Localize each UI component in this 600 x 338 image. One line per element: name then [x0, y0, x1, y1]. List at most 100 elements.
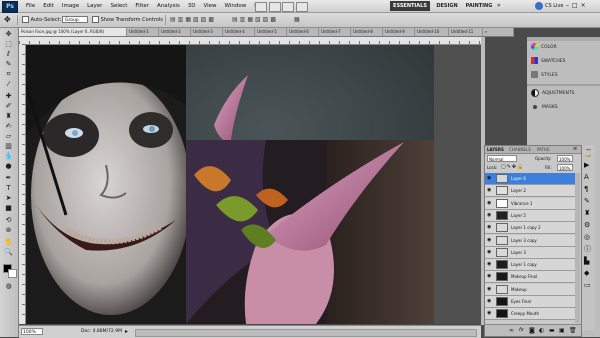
- fx-icon[interactable]: fx: [519, 326, 524, 335]
- layer-row[interactable]: ◉ Makeup: [485, 283, 575, 296]
- history-icon[interactable]: ⌛: [584, 149, 593, 157]
- layer-row[interactable]: ◉ Layer 1 copy 2: [485, 222, 575, 235]
- visibility-eye-icon[interactable]: ◉: [487, 311, 492, 316]
- layer-row[interactable]: ◉ Layer 1 copy: [485, 259, 575, 272]
- info-icon[interactable]: ⓘ: [584, 245, 592, 253]
- visibility-eye-icon[interactable]: ◉: [487, 225, 492, 230]
- layer-row[interactable]: ◉ Creepy Mouth: [485, 308, 575, 321]
- masks-panel-button[interactable]: MASKS: [527, 101, 600, 114]
- menu-analysis[interactable]: Analysis: [153, 0, 184, 12]
- cs-live-label[interactable]: CS Live: [545, 0, 563, 12]
- healing-brush-tool-icon[interactable]: ✚: [3, 92, 14, 101]
- tab-untitled-10[interactable]: Untitled-10: [415, 28, 449, 36]
- status-menu-icon[interactable]: ▸: [125, 328, 128, 336]
- layer-row[interactable]: ◉ Layer 2: [485, 185, 575, 198]
- 3d-rotate-tool-icon[interactable]: ⟲: [3, 216, 14, 225]
- blur-tool-icon[interactable]: 💧: [3, 152, 14, 161]
- menu-image[interactable]: Image: [58, 0, 83, 12]
- opacity-field[interactable]: 100%: [557, 155, 573, 162]
- shape-tool-icon[interactable]: ■: [3, 204, 14, 213]
- menu-layer[interactable]: Layer: [83, 0, 106, 12]
- menu-edit[interactable]: Edit: [39, 0, 58, 12]
- visibility-eye-icon[interactable]: ◉: [487, 176, 492, 181]
- menu-window[interactable]: Window: [221, 0, 251, 12]
- tab-untitled-5[interactable]: Untitled-5: [255, 28, 287, 36]
- tab-untitled-9[interactable]: Untitled-9: [383, 28, 415, 36]
- auto-align-icon[interactable]: ▦: [294, 16, 300, 24]
- menu-view[interactable]: View: [199, 0, 220, 12]
- visibility-eye-icon[interactable]: ◉: [487, 286, 492, 292]
- mask-icon[interactable]: ◙: [529, 326, 535, 335]
- document-canvas[interactable]: [26, 45, 481, 324]
- tab-channels[interactable]: CHANNELS: [509, 146, 531, 153]
- adjustment-icon[interactable]: ◐: [539, 326, 544, 335]
- visibility-eye-icon[interactable]: ◉: [487, 274, 492, 279]
- menu-file[interactable]: File: [22, 0, 39, 12]
- layer-row[interactable]: ◉ Layer 6: [485, 173, 575, 185]
- tab-untitled-2[interactable]: Untitled-2: [159, 28, 191, 36]
- workspace-design[interactable]: DESIGN: [432, 1, 462, 11]
- dodge-tool-icon[interactable]: ●: [3, 162, 14, 171]
- visibility-eye-icon[interactable]: ◉: [487, 299, 492, 304]
- styles-panel-button[interactable]: STYLES: [527, 69, 600, 82]
- tab-untitled-3[interactable]: Untitled-3: [191, 28, 223, 36]
- zoom-tool-icon[interactable]: 🔍: [3, 248, 14, 257]
- quick-mask-icon[interactable]: ◍: [3, 282, 14, 291]
- adjustments-panel-button[interactable]: ADJUSTMENTS: [527, 87, 600, 100]
- marquee-tool-icon[interactable]: ⬚: [3, 40, 14, 49]
- history-brush-tool-icon[interactable]: ✍: [3, 122, 14, 131]
- blend-mode-dropdown[interactable]: Normal: [487, 155, 517, 162]
- horizontal-scrollbar[interactable]: [135, 329, 477, 337]
- visibility-eye-icon[interactable]: ◉: [487, 249, 492, 255]
- background-color-swatch[interactable]: [8, 269, 17, 278]
- tab-poison-face[interactable]: Poison Face.jpg @ 100% (Layer 6, RGB/8): [19, 28, 127, 36]
- zoom-field[interactable]: 100%: [21, 328, 43, 335]
- tab-layers[interactable]: LAYERS: [487, 146, 504, 153]
- navigator-icon[interactable]: ◎: [584, 233, 592, 241]
- tab-overflow[interactable]: »: [483, 28, 514, 36]
- visibility-eye-icon[interactable]: ◉: [487, 188, 492, 193]
- pen-tool-icon[interactable]: ✒: [3, 174, 14, 183]
- 3d-orbit-tool-icon[interactable]: ⊛: [3, 226, 14, 235]
- tab-untitled-1[interactable]: Untitled-1: [127, 28, 159, 36]
- histogram-icon[interactable]: ▙: [584, 257, 592, 265]
- zoom-level-icon[interactable]: [268, 2, 281, 12]
- actions-icon[interactable]: ▶: [584, 161, 592, 169]
- clone-stamp-tool-icon[interactable]: ♜: [3, 112, 14, 121]
- tool-presets-icon[interactable]: ⚙: [584, 221, 592, 229]
- more-workspaces-icon[interactable]: »: [497, 1, 505, 11]
- show-transform-checkbox[interactable]: [92, 16, 99, 23]
- gradient-tool-icon[interactable]: ▥: [3, 142, 14, 151]
- clone-source-icon[interactable]: ♜: [584, 209, 592, 217]
- 3d-panel-icon[interactable]: ◆: [584, 269, 592, 277]
- menu-filter[interactable]: Filter: [131, 0, 153, 12]
- visibility-eye-icon[interactable]: ◉: [487, 262, 492, 267]
- auto-select-checkbox[interactable]: [22, 16, 29, 23]
- animation-icon[interactable]: ▭: [584, 281, 592, 289]
- layer-row[interactable]: ◉ Layer 3: [485, 246, 575, 259]
- swatches-panel-button[interactable]: SWATCHES: [527, 55, 600, 68]
- panel-menu-icon[interactable]: ≡: [573, 146, 577, 153]
- workspace-painting[interactable]: PAINTING: [463, 1, 495, 11]
- paragraph-icon[interactable]: ¶: [584, 185, 592, 193]
- distribute-buttons[interactable]: ▤▥▦▧▨▩: [232, 16, 278, 24]
- crop-tool-icon[interactable]: ⌗: [3, 70, 14, 79]
- launch-bridge-icon[interactable]: [255, 2, 267, 12]
- visibility-eye-icon[interactable]: ◉: [487, 212, 492, 218]
- move-tool-icon[interactable]: ✥: [3, 30, 14, 39]
- lock-icons[interactable]: ▢✎✥🔒: [501, 164, 524, 171]
- fill-field[interactable]: 100%: [557, 164, 573, 171]
- move-tool-preset-icon[interactable]: ✥: [4, 15, 15, 25]
- eraser-tool-icon[interactable]: ▱: [3, 132, 14, 141]
- brush-presets-icon[interactable]: ✎: [584, 197, 592, 205]
- hand-tool-icon[interactable]: ✋: [3, 238, 14, 247]
- quick-select-tool-icon[interactable]: ✎: [3, 60, 14, 69]
- visibility-eye-icon[interactable]: ◉: [487, 237, 492, 243]
- tab-untitled-8[interactable]: Untitled-8: [351, 28, 383, 36]
- menu-3d[interactable]: 3D: [184, 0, 200, 12]
- align-buttons[interactable]: ▤▥▦▧▨▩: [170, 16, 216, 24]
- visibility-eye-icon[interactable]: ◉: [487, 200, 492, 206]
- layers-scrollbar[interactable]: [575, 173, 580, 323]
- layer-row[interactable]: ◉ Eyes Final: [485, 296, 575, 308]
- trash-icon[interactable]: 🗑: [569, 326, 577, 335]
